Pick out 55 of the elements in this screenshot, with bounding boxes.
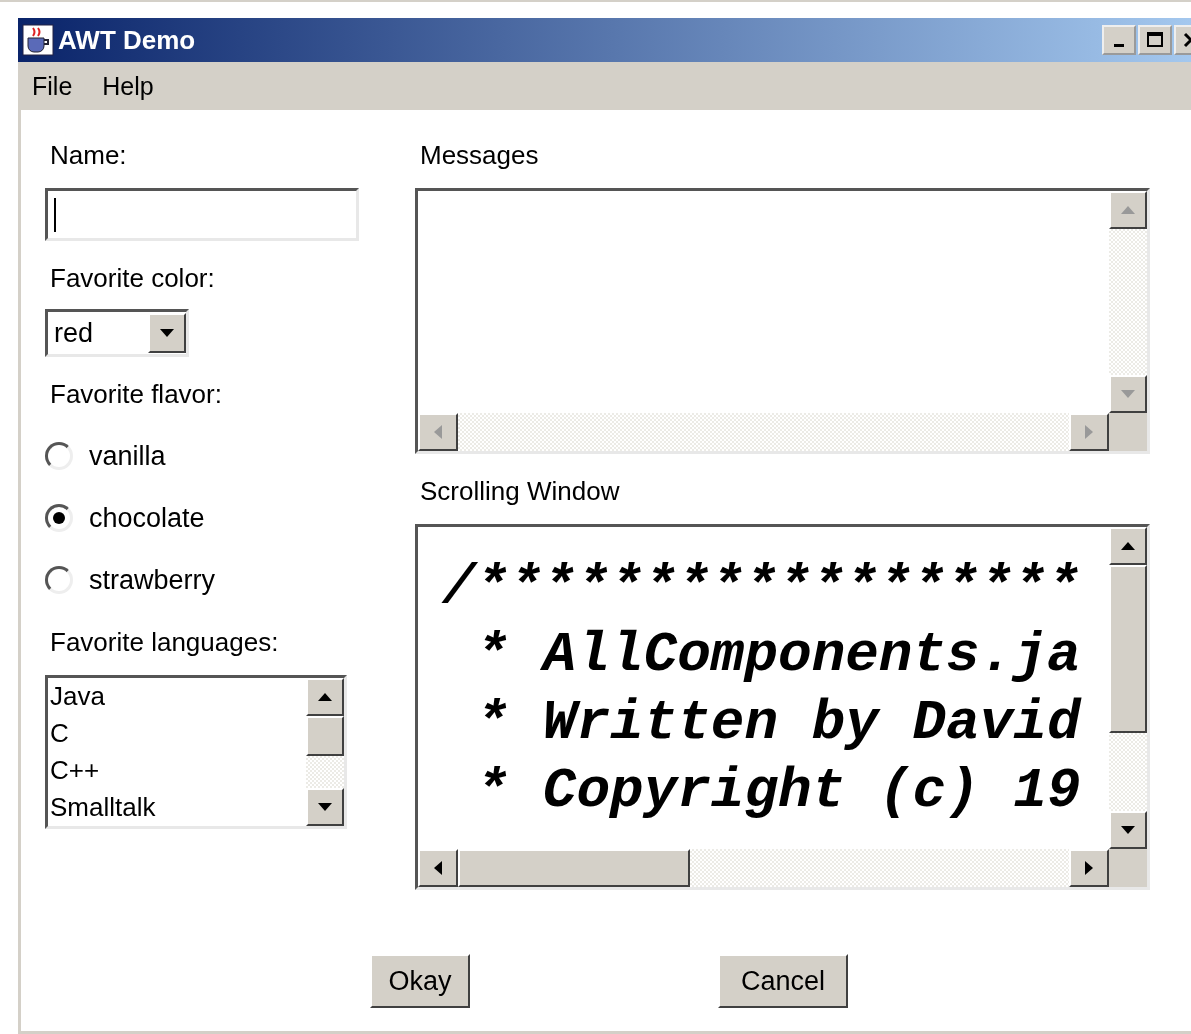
radio-label: vanilla xyxy=(89,440,166,472)
color-dropdown[interactable]: red xyxy=(45,309,189,357)
radio-button[interactable] xyxy=(45,442,73,470)
window-title: AWT Demo xyxy=(58,24,196,56)
scroll-thumb[interactable] xyxy=(458,849,690,887)
field-label: Favorite flavor: xyxy=(50,379,222,409)
scroll-right-button[interactable] xyxy=(1069,849,1109,887)
list-item[interactable]: C++ xyxy=(50,752,100,789)
radio-button[interactable] xyxy=(45,504,73,532)
scrollbar-corner xyxy=(1109,849,1147,887)
down-arrow-icon xyxy=(318,803,332,811)
up-arrow-icon xyxy=(1121,206,1135,214)
code-line: * AllComponents.ja xyxy=(474,622,1082,689)
menu-item[interactable]: File xyxy=(32,71,73,101)
section-label: Scrolling Window xyxy=(420,476,620,506)
dialog-button[interactable]: Okay xyxy=(370,954,470,1008)
field-label: Favorite color: xyxy=(50,263,215,293)
section-label: Messages xyxy=(420,140,539,170)
radio-label: strawberry xyxy=(89,564,216,596)
radio-label: chocolate xyxy=(89,502,205,534)
field-label: Favorite languages: xyxy=(50,627,279,657)
maximize-icon xyxy=(1145,30,1165,50)
down-arrow-icon xyxy=(1121,826,1135,834)
right-arrow-icon xyxy=(1085,425,1093,439)
field-label: Name: xyxy=(50,140,127,170)
coffee-cup-icon xyxy=(22,24,54,56)
name-input-field[interactable] xyxy=(45,188,359,241)
scroll-down-button[interactable] xyxy=(1109,811,1147,849)
scroll-up-button[interactable] xyxy=(306,678,344,716)
minimize-button[interactable] xyxy=(1102,25,1136,55)
dropdown-arrow-icon xyxy=(160,329,174,337)
scroll-left-button[interactable] xyxy=(418,849,458,887)
scroll-thumb[interactable] xyxy=(306,716,344,756)
scroll-thumb[interactable] xyxy=(1109,565,1147,733)
left-arrow-icon xyxy=(434,861,442,875)
list-item[interactable]: C xyxy=(50,715,69,752)
menu-item[interactable]: Help xyxy=(102,71,154,101)
code-line: /****************** xyxy=(442,554,1082,621)
scrollbar-corner xyxy=(1109,413,1147,451)
minimize-icon xyxy=(1114,43,1124,47)
list-item[interactable]: Java xyxy=(50,678,105,715)
right-arrow-icon xyxy=(1085,861,1093,875)
dialog-button[interactable]: Cancel xyxy=(718,954,848,1008)
scroll-up-button[interactable] xyxy=(1109,527,1147,565)
radio-button[interactable] xyxy=(45,566,73,594)
maximize-button[interactable] xyxy=(1138,25,1172,55)
up-arrow-icon xyxy=(318,693,332,701)
scroll-down-button[interactable] xyxy=(306,788,344,826)
down-arrow-icon xyxy=(1121,390,1135,398)
code-line: * Copyright (c) 19 xyxy=(474,758,1082,825)
scroll-track xyxy=(306,756,344,788)
left-arrow-icon xyxy=(434,425,442,439)
up-arrow-icon xyxy=(1121,542,1135,550)
list-item[interactable]: Smalltalk xyxy=(50,789,156,826)
code-line: * Written by David xyxy=(474,690,1083,757)
